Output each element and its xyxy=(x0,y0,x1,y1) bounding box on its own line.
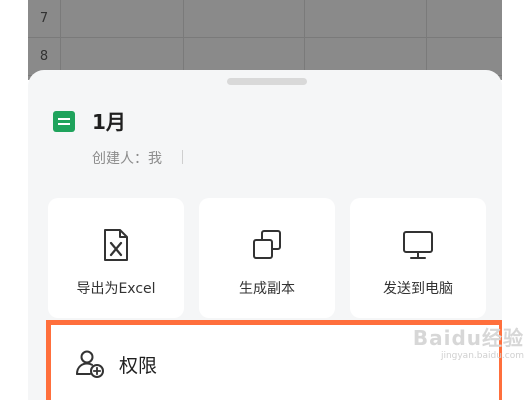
copy-icon xyxy=(253,230,281,259)
spreadsheet-row[interactable]: 7 xyxy=(28,0,502,38)
monitor-icon xyxy=(403,231,433,259)
watermark: Baidu经验 jingyan.baidu.com xyxy=(413,322,524,361)
make-copy-button[interactable]: 生成副本 xyxy=(199,198,335,318)
user-add-icon xyxy=(76,350,104,378)
creator-info: 创建人：我 xyxy=(92,151,162,167)
excel-export-icon xyxy=(104,229,128,261)
spreadsheet-background: 7 8 xyxy=(28,0,502,80)
watermark-text: Baidu经验 xyxy=(412,326,524,350)
grid-column-line xyxy=(183,0,184,80)
action-label: 导出为Excel xyxy=(76,281,156,297)
screen: 7 8 1月 创建人：我 导出为Excel 生成副本 发送到电脑 权限 Baid… xyxy=(0,0,530,400)
grid-column-line xyxy=(60,0,61,80)
divider xyxy=(182,150,183,164)
permissions-label: 权限 xyxy=(119,355,158,377)
row-number: 7 xyxy=(39,11,49,26)
action-label: 生成副本 xyxy=(239,281,295,297)
watermark-url: jingyan.baidu.com xyxy=(440,351,524,361)
grid-column-line xyxy=(304,0,305,80)
action-label: 发送到电脑 xyxy=(383,281,453,297)
send-to-computer-button[interactable]: 发送到电脑 xyxy=(350,198,486,318)
action-grid: 导出为Excel 生成副本 发送到电脑 xyxy=(48,198,486,318)
file-title: 1月 xyxy=(92,110,126,134)
export-excel-button[interactable]: 导出为Excel xyxy=(48,198,184,318)
sheet-file-icon xyxy=(53,111,75,132)
grid-column-line xyxy=(426,0,427,80)
drag-handle[interactable] xyxy=(227,78,307,85)
